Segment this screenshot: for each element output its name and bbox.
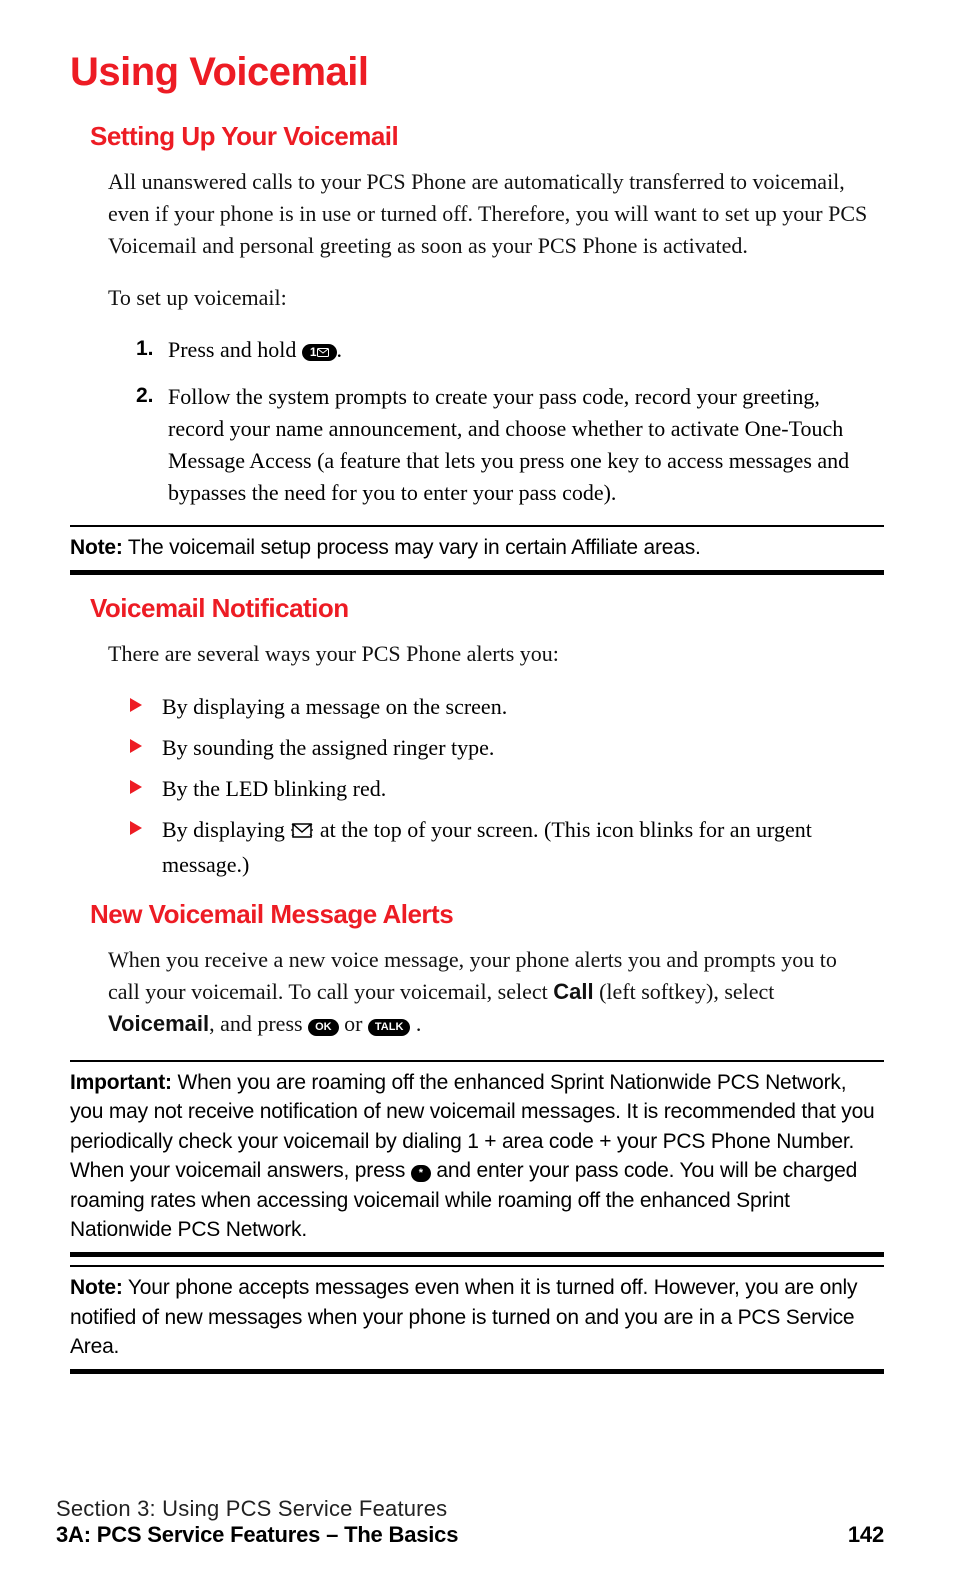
notification-intro: There are several ways your PCS Phone al… <box>108 638 874 670</box>
important-label: Important: <box>70 1071 172 1094</box>
heading-setup: Setting Up Your Voicemail <box>90 121 884 152</box>
item4-text-a: By displaying <box>162 817 290 842</box>
list-item: By the LED blinking red. <box>130 772 874 805</box>
step-2: 2. Follow the system prompts to create y… <box>136 381 874 509</box>
triangle-bullet-icon <box>130 821 142 835</box>
note-text: Your phone accepts messages even when it… <box>70 1276 857 1358</box>
setup-steps: 1. Press and hold 1. 2. Follow the syste… <box>136 334 874 509</box>
step-2-text: Follow the system prompts to create your… <box>168 384 849 505</box>
page-title: Using Voicemail <box>70 50 884 95</box>
note-label: Note: <box>70 1276 123 1299</box>
note-setup-vary: Note: The voicemail setup process may va… <box>70 525 884 575</box>
footer-subsection: 3A: PCS Service Features – The Basics <box>56 1522 458 1548</box>
step-number: 2. <box>136 381 154 411</box>
page-number: 142 <box>848 1522 884 1548</box>
step-1-text-b: . <box>337 337 343 362</box>
setup-intro: All unanswered calls to your PCS Phone a… <box>108 166 874 262</box>
step-1: 1. Press and hold 1. <box>136 334 874 366</box>
step-number: 1. <box>136 334 154 364</box>
list-item: By displaying a message on the screen. <box>130 690 874 723</box>
list-item: By displaying at the top of your screen.… <box>130 813 874 881</box>
footer-section: Section 3: Using PCS Service Features <box>56 1496 884 1522</box>
talk-key-icon: TALK <box>368 1019 411 1036</box>
triangle-bullet-icon <box>130 780 142 794</box>
envelope-blink-icon <box>290 815 314 848</box>
page-content: Using Voicemail Setting Up Your Voicemai… <box>0 0 954 1374</box>
heading-notification: Voicemail Notification <box>90 593 884 624</box>
voicemail-label: Voicemail <box>108 1011 209 1036</box>
heading-alerts: New Voicemail Message Alerts <box>90 899 884 930</box>
triangle-bullet-icon <box>130 698 142 712</box>
page-footer: Section 3: Using PCS Service Features 3A… <box>56 1496 884 1548</box>
note-label: Note: <box>70 536 123 559</box>
notification-list: By displaying a message on the screen. B… <box>130 690 874 881</box>
note-phone-off: Note: Your phone accepts messages even w… <box>70 1265 884 1374</box>
call-softkey-label: Call <box>553 979 593 1004</box>
triangle-bullet-icon <box>130 739 142 753</box>
setup-lead: To set up voicemail: <box>108 282 874 314</box>
key-1-voicemail-icon: 1 <box>302 344 337 361</box>
star-key-icon: * <box>411 1165 431 1182</box>
list-item: By sounding the assigned ringer type. <box>130 731 874 764</box>
step-1-text-a: Press and hold <box>168 337 302 362</box>
ok-key-icon: OK <box>308 1019 339 1036</box>
note-text: The voicemail setup process may vary in … <box>123 536 701 559</box>
important-roaming: Important: When you are roaming off the … <box>70 1060 884 1257</box>
alerts-paragraph: When you receive a new voice message, yo… <box>108 944 874 1040</box>
